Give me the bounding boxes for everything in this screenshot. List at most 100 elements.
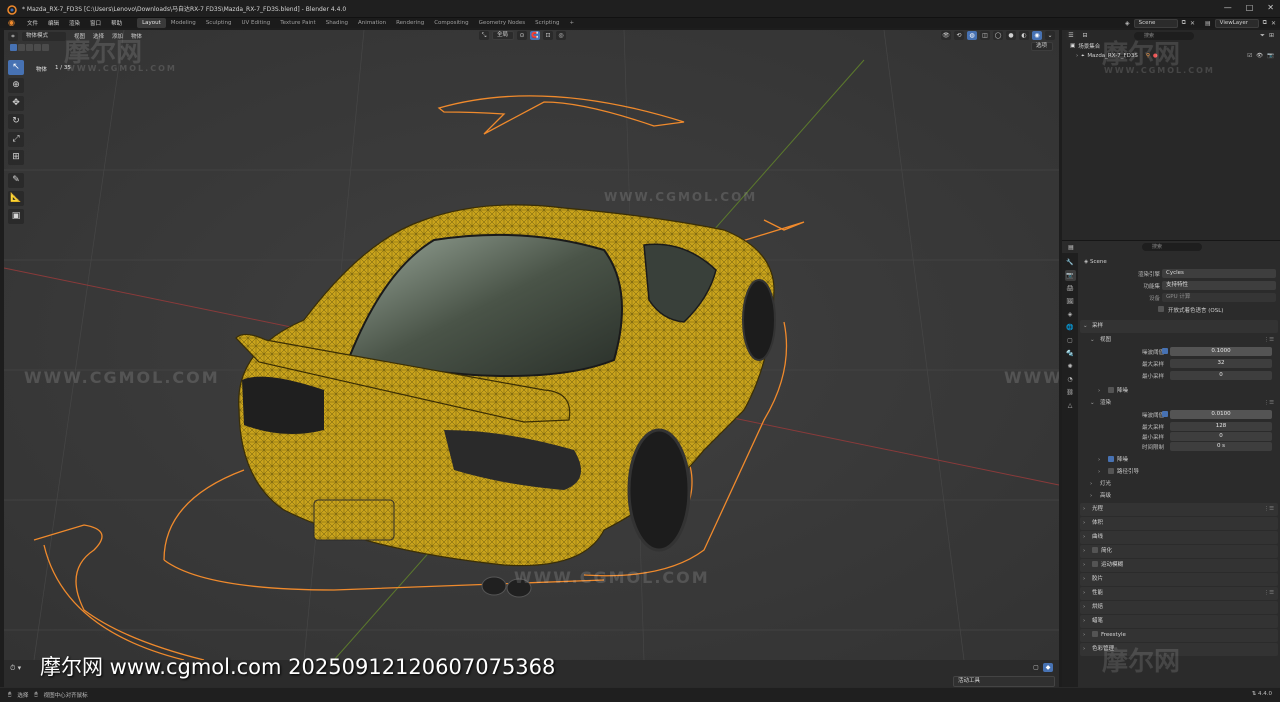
select-mode-new-icon[interactable] <box>10 43 17 51</box>
maximize-icon[interactable]: □ <box>1246 3 1254 12</box>
timeline-editor-icon[interactable]: ⏱ ▾ <box>10 664 21 673</box>
panel-performance[interactable]: › 性能 ⋮☰ <box>1080 587 1278 600</box>
shading-material-icon[interactable]: ◐ <box>1019 31 1029 40</box>
tab-object-icon[interactable]: ▢ <box>1065 335 1076 346</box>
tab-scripting[interactable]: Scripting <box>530 18 564 28</box>
transform-tool[interactable]: ⊞ <box>8 150 24 165</box>
select-mode-subtract-icon[interactable] <box>26 43 33 51</box>
motion-blur-checkbox[interactable] <box>1092 561 1098 567</box>
select-mode-invert-icon[interactable] <box>34 43 41 51</box>
tab-output-icon[interactable]: 🖨 <box>1065 283 1076 294</box>
panel-sampling[interactable]: ⌄ 采样 <box>1080 320 1278 333</box>
editor-type-icon[interactable]: ⌗ <box>8 31 18 41</box>
visibility-eye-icon[interactable]: 👁 <box>1256 53 1263 59</box>
menu-object[interactable]: 物体 <box>127 32 146 40</box>
tab-render-icon[interactable]: 📷 <box>1064 270 1076 281</box>
subpanel-render[interactable]: ⌄ 渲染 ⋮☰ <box>1080 397 1278 409</box>
panel-simplify[interactable]: › 简化 <box>1080 545 1278 558</box>
subpanel-vp-denoise[interactable]: › 降噪 <box>1080 385 1278 397</box>
r-time-limit-field[interactable]: 0 s <box>1170 442 1272 451</box>
view-layer-selector[interactable]: ViewLayer <box>1214 18 1259 28</box>
shading-rendered-icon[interactable]: ◉ <box>1032 31 1042 40</box>
menu-help[interactable]: 帮助 <box>106 19 127 27</box>
osl-checkbox[interactable] <box>1158 306 1164 312</box>
subpanel-render-denoise[interactable]: › 降噪 <box>1080 454 1278 466</box>
r-max-samples-field[interactable]: 128 <box>1170 422 1272 431</box>
visibility-icon[interactable]: 👁 <box>941 31 951 40</box>
tab-world-icon[interactable]: 🌐 <box>1065 322 1076 333</box>
noise-threshold-checkbox[interactable] <box>1162 411 1168 417</box>
render-engine-dropdown[interactable]: Cycles <box>1162 269 1276 278</box>
menu-view[interactable]: 视图 <box>70 32 89 40</box>
vp-denoise-checkbox[interactable] <box>1108 387 1114 393</box>
preset-icon[interactable]: ⋮☰ <box>1264 587 1274 600</box>
properties-search-input[interactable]: 搜索 <box>1142 243 1202 251</box>
tab-modifier-icon[interactable]: 🔩 <box>1065 348 1076 359</box>
cursor-tool[interactable]: ⊕ <box>8 78 24 93</box>
render-denoise-checkbox[interactable] <box>1108 456 1114 462</box>
new-scene-icon[interactable]: ⧉ <box>1182 19 1186 27</box>
tab-view-layer-icon[interactable]: 🖼 <box>1065 296 1076 307</box>
shading-solid-icon[interactable]: ● <box>1006 31 1016 40</box>
outliner-display-mode-icon[interactable]: ⊟ <box>1080 31 1090 40</box>
render-camera-icon[interactable]: 📷 <box>1267 53 1274 59</box>
new-collection-icon[interactable]: ⊞ <box>1269 32 1274 39</box>
select-tool[interactable]: ↖ <box>8 60 24 75</box>
tab-sculpting[interactable]: Sculpting <box>201 18 237 28</box>
preset-icon[interactable]: ⋮☰ <box>1264 503 1274 516</box>
noise-threshold-checkbox[interactable] <box>1162 348 1168 354</box>
menu-window[interactable]: 窗口 <box>85 19 106 27</box>
filter-icon[interactable]: ⏷ <box>1260 32 1265 40</box>
gizmo-icon[interactable]: ⟲ <box>954 31 964 40</box>
tab-modeling[interactable]: Modeling <box>166 18 201 28</box>
r-min-samples-field[interactable]: 0 <box>1170 432 1272 441</box>
preset-icon[interactable]: ⋮☰ <box>1264 334 1274 346</box>
expand-chevron-icon[interactable]: › <box>1076 53 1078 59</box>
snap-target-icon[interactable]: ⊡ <box>543 31 553 40</box>
path-guiding-checkbox[interactable] <box>1108 468 1114 474</box>
add-cube-tool[interactable]: ▣ <box>8 209 24 224</box>
select-mode-extend-icon[interactable] <box>18 43 25 51</box>
delete-view-layer-icon[interactable]: ✕ <box>1271 20 1276 27</box>
tab-tool-icon[interactable]: 🔧 <box>1065 257 1076 268</box>
new-view-layer-icon[interactable]: ⧉ <box>1263 19 1267 27</box>
blender-logo-icon[interactable]: ◉ <box>8 18 18 28</box>
panel-film[interactable]: › 胶片 <box>1080 573 1278 586</box>
interaction-mode-dropdown[interactable]: 物体模式 <box>22 31 66 41</box>
tab-rendering[interactable]: Rendering <box>391 18 429 28</box>
device-dropdown[interactable]: GPU 计算 <box>1162 293 1276 302</box>
tab-geometry-nodes[interactable]: Geometry Nodes <box>474 18 530 28</box>
delete-scene-icon[interactable]: ✕ <box>1190 20 1195 27</box>
xray-icon[interactable]: ◫ <box>980 31 990 40</box>
tab-texture-paint[interactable]: Texture Paint <box>275 18 321 28</box>
rotate-tool[interactable]: ↻ <box>8 114 24 129</box>
tab-particles-icon[interactable]: ✺ <box>1065 361 1076 372</box>
menu-file[interactable]: 文件 <box>22 19 43 27</box>
minimize-icon[interactable]: — <box>1224 3 1232 12</box>
menu-select[interactable]: 选择 <box>89 32 108 40</box>
options-dropdown[interactable]: 选项 <box>1031 42 1053 51</box>
subpanel-lights[interactable]: › 灯光 <box>1080 478 1278 490</box>
subpanel-path-guiding[interactable]: › 路径引导 <box>1080 466 1278 478</box>
simplify-checkbox[interactable] <box>1092 547 1098 553</box>
3d-viewport[interactable]: 摩尔网 WWW.CGMOL.COM WWW.CGMOL.COM WWW.CGMO… <box>4 30 1059 660</box>
scene-selector[interactable]: Scene <box>1133 18 1178 28</box>
transform-orientation-dropdown[interactable]: 全局 <box>492 31 514 40</box>
tab-uv-editing[interactable]: UV Editing <box>237 18 276 28</box>
vp-min-samples-field[interactable]: 0 <box>1170 371 1272 380</box>
menu-render[interactable]: 渲染 <box>64 19 85 27</box>
tab-scene-icon[interactable]: ◈ <box>1065 309 1076 320</box>
tab-data-icon[interactable]: △ <box>1065 400 1076 411</box>
tab-layout[interactable]: Layout <box>137 18 166 28</box>
add-workspace-button[interactable]: + <box>565 18 580 28</box>
overlay-icon[interactable]: ◍ <box>967 31 977 40</box>
select-mode-intersect-icon[interactable] <box>42 43 49 51</box>
measure-tool[interactable]: 📐 <box>8 191 24 206</box>
properties-editor-icon[interactable]: ▤ <box>1066 242 1076 252</box>
shading-options-icon[interactable]: ⌄ <box>1045 31 1055 40</box>
panel-motion-blur[interactable]: › 运动模糊 <box>1080 559 1278 572</box>
panel-grease-pencil[interactable]: › 蜡笔 <box>1080 615 1278 628</box>
subpanel-viewport[interactable]: ⌄ 视图 ⋮☰ <box>1080 334 1278 346</box>
vp-max-samples-field[interactable]: 32 <box>1170 359 1272 368</box>
tab-shading[interactable]: Shading <box>321 18 353 28</box>
